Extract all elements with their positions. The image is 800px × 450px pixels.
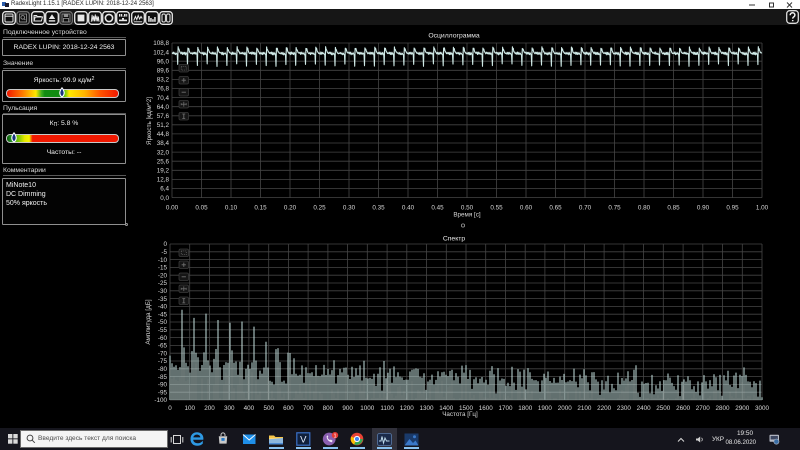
svg-text:0,0: 0,0 [160, 195, 169, 202]
svg-text:-30: -30 [158, 288, 168, 295]
svg-text:0.50: 0.50 [461, 205, 474, 212]
svg-text:0.70: 0.70 [579, 205, 592, 212]
svg-text:400: 400 [244, 405, 255, 412]
svg-text:-5: -5 [161, 249, 167, 256]
svg-text:108,8: 108,8 [153, 40, 169, 47]
svg-text:1700: 1700 [498, 405, 513, 412]
svg-text:0.20: 0.20 [284, 205, 297, 212]
svg-text:-35: -35 [158, 296, 168, 303]
svg-text:2600: 2600 [676, 405, 691, 412]
svg-text:32,0: 32,0 [157, 149, 170, 156]
svg-text:-40: -40 [158, 304, 168, 311]
svg-text:1300: 1300 [419, 405, 434, 412]
svg-text:2100: 2100 [577, 405, 592, 412]
svg-text:102,4: 102,4 [153, 49, 169, 56]
svg-text:-25: -25 [158, 280, 168, 287]
svg-text:0.30: 0.30 [343, 205, 356, 212]
svg-text:1: 1 [333, 433, 336, 439]
svg-text:89,6: 89,6 [157, 68, 170, 75]
svg-text:1900: 1900 [538, 405, 553, 412]
svg-text:-80: -80 [158, 366, 168, 373]
svg-text:-70: -70 [158, 350, 168, 357]
svg-text:0.65: 0.65 [549, 205, 562, 212]
svg-text:Время [с]: Время [с] [453, 212, 481, 219]
svg-text:19,2: 19,2 [157, 168, 170, 175]
svg-text:0.85: 0.85 [667, 205, 680, 212]
svg-text:-45: -45 [158, 311, 168, 318]
svg-text:100: 100 [184, 405, 195, 412]
svg-text:2400: 2400 [637, 405, 652, 412]
svg-text:-50: -50 [158, 319, 168, 326]
svg-text:83,2: 83,2 [157, 77, 170, 84]
svg-text:3000: 3000 [755, 405, 770, 412]
svg-text:0.40: 0.40 [402, 205, 415, 212]
svg-text:1000: 1000 [360, 405, 375, 412]
svg-text:0.15: 0.15 [254, 205, 267, 212]
svg-text:0.75: 0.75 [608, 205, 621, 212]
svg-text:200: 200 [204, 405, 215, 412]
svg-text:-85: -85 [158, 374, 168, 381]
svg-text:76,8: 76,8 [157, 86, 170, 93]
svg-text:51,2: 51,2 [157, 122, 170, 129]
svg-text:-90: -90 [158, 382, 168, 389]
svg-text:2700: 2700 [696, 405, 711, 412]
svg-text:57,6: 57,6 [157, 113, 170, 120]
svg-text:600: 600 [283, 405, 294, 412]
svg-text:1800: 1800 [518, 405, 533, 412]
svg-text:Яркость [кд/м^2]: Яркость [кд/м^2] [146, 97, 153, 145]
svg-text:0.35: 0.35 [372, 205, 385, 212]
svg-text:0.25: 0.25 [313, 205, 326, 212]
svg-text:0.00: 0.00 [166, 205, 179, 212]
svg-text:25,6: 25,6 [157, 158, 170, 165]
svg-text:0: 0 [163, 241, 167, 248]
svg-text:2900: 2900 [735, 405, 750, 412]
svg-text:900: 900 [342, 405, 353, 412]
svg-text:Осциллограмма: Осциллограмма [428, 33, 480, 40]
svg-text:-10: -10 [158, 257, 168, 264]
svg-text:44,8: 44,8 [157, 131, 170, 138]
svg-text:-15: -15 [158, 265, 168, 272]
svg-text:800: 800 [323, 405, 334, 412]
svg-text:700: 700 [303, 405, 314, 412]
svg-text:70,4: 70,4 [157, 95, 170, 102]
svg-text:1200: 1200 [400, 405, 415, 412]
svg-text:-100: -100 [154, 397, 167, 404]
svg-text:0.80: 0.80 [638, 205, 651, 212]
svg-text:1.00: 1.00 [756, 205, 769, 212]
svg-text:2300: 2300 [617, 405, 632, 412]
svg-text:12,8: 12,8 [157, 177, 170, 184]
svg-text:-65: -65 [158, 343, 168, 350]
svg-text:-75: -75 [158, 358, 168, 365]
svg-text:2000: 2000 [558, 405, 573, 412]
svg-text:-95: -95 [158, 389, 168, 396]
svg-text:6,4: 6,4 [160, 186, 169, 193]
svg-text:Спектр: Спектр [443, 236, 466, 243]
svg-text:0.10: 0.10 [225, 205, 238, 212]
svg-text:Амплитуда [дБ]: Амплитуда [дБ] [145, 299, 152, 345]
svg-text:500: 500 [263, 405, 274, 412]
svg-text:38,4: 38,4 [157, 140, 170, 147]
svg-text:0: 0 [168, 405, 172, 412]
svg-text:64,0: 64,0 [157, 104, 170, 111]
svg-text:0.55: 0.55 [490, 205, 503, 212]
svg-text:V: V [300, 435, 307, 446]
svg-text:2500: 2500 [656, 405, 671, 412]
svg-text:-55: -55 [158, 327, 168, 334]
svg-text:0.60: 0.60 [520, 205, 533, 212]
svg-text:0.45: 0.45 [431, 205, 444, 212]
svg-text:2200: 2200 [597, 405, 612, 412]
svg-text:1100: 1100 [380, 405, 394, 412]
svg-text:0.05: 0.05 [195, 205, 208, 212]
svg-text:Частота [Гц]: Частота [Гц] [442, 411, 478, 418]
svg-text:1600: 1600 [479, 405, 494, 412]
svg-text:-20: -20 [158, 272, 168, 279]
svg-text:2800: 2800 [715, 405, 730, 412]
svg-text:0.95: 0.95 [726, 205, 739, 212]
svg-text:96,0: 96,0 [157, 58, 170, 65]
svg-text:0.90: 0.90 [697, 205, 710, 212]
svg-text:-60: -60 [158, 335, 168, 342]
svg-text:300: 300 [224, 405, 235, 412]
